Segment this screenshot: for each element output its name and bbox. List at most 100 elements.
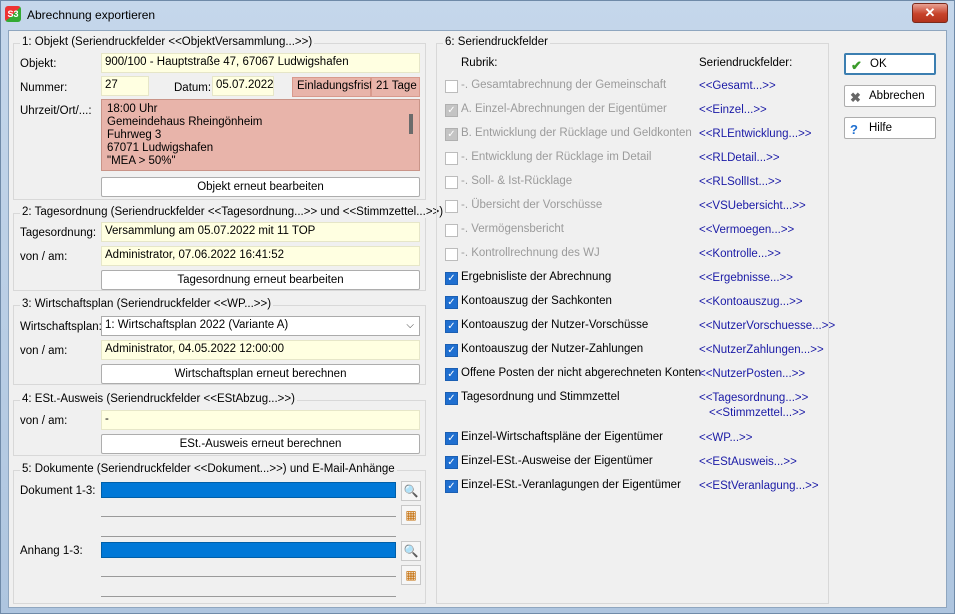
nummer-label: Nummer:: [20, 82, 68, 94]
est-berechnen-button[interactable]: ESt.-Ausweis erneut berechnen: [101, 434, 420, 454]
tagesordnung-bearbeiten-button[interactable]: Tagesordnung erneut bearbeiten: [101, 270, 420, 290]
einladungsfrist-label: Einladungsfrist:: [292, 77, 376, 97]
row-field-name: <<NutzerVorschuesse...>>: [699, 320, 836, 332]
dialog-window: S3 Abrechnung exportieren ✕ 1: Objekt (S…: [0, 0, 955, 614]
row-field-name: <<RLDetail...>>: [699, 152, 780, 164]
help-icon: ?: [850, 122, 858, 137]
row-field-name: <<Ergebnisse...>>: [699, 272, 793, 284]
anhang-calendar-icon[interactable]: ▦: [401, 565, 421, 585]
row-checkbox[interactable]: ✓: [445, 296, 458, 309]
row-checkbox: [445, 176, 458, 189]
row-field-name: <<NutzerZahlungen...>>: [699, 344, 824, 356]
einladungsfrist-value[interactable]: 21 Tage: [371, 77, 420, 97]
row-checkbox: ✓: [445, 128, 458, 141]
row-field-name-secondary: <<Stimmzettel...>>: [709, 407, 806, 419]
wirtschaftsplan-select[interactable]: 1: Wirtschaftsplan 2022 (Variante A) ⌵: [101, 316, 420, 336]
ort-line: 18:00 Uhr: [107, 103, 158, 115]
row-label: Kontoauszug der Sachkonten: [461, 295, 612, 307]
tagesordnung-von-label: von / am:: [20, 251, 68, 263]
anhang-search-icon[interactable]: 🔍: [401, 541, 421, 561]
row-checkbox[interactable]: ✓: [445, 432, 458, 445]
row-checkbox[interactable]: ✓: [445, 480, 458, 493]
dokumente-group-title: 5: Dokumente (Seriendruckfelder <<Dokume…: [20, 463, 397, 475]
cancel-x-icon: ✖: [850, 90, 861, 105]
ok-button[interactable]: ✔ OK: [844, 53, 936, 75]
dokument-list-divider: [101, 516, 396, 517]
help-button[interactable]: ? Hilfe: [844, 117, 936, 139]
dokument-calendar-icon[interactable]: ▦: [401, 505, 421, 525]
row-checkbox[interactable]: ✓: [445, 456, 458, 469]
row-label: -. Soll- & Ist-Rücklage: [461, 175, 573, 187]
row-label: -. Vermögensbericht: [461, 223, 564, 235]
help-button-label: Hilfe: [869, 122, 893, 134]
row-label: Tagesordnung und Stimmzettel: [461, 391, 620, 403]
anhang-list-divider: [101, 576, 396, 577]
row-field-name: <<Kontrolle...>>: [699, 248, 781, 260]
ok-button-label: OK: [870, 58, 887, 70]
row-label: -. Gesamtabrechnung der Gemeinschaft: [461, 79, 667, 91]
row-checkbox: [445, 152, 458, 165]
ort-line: Fuhrweg 3: [107, 129, 162, 141]
wirtschaftsplan-group-title: 3: Wirtschaftsplan (Seriendruckfelder <<…: [20, 298, 274, 310]
row-checkbox[interactable]: ✓: [445, 392, 458, 405]
wirtschaftsplan-selected: 1: Wirtschaftsplan 2022 (Variante A): [105, 319, 289, 331]
title-bar[interactable]: S3 Abrechnung exportieren ✕: [1, 1, 954, 29]
row-field-name: <<WP...>>: [699, 432, 753, 444]
datum-field[interactable]: 05.07.2022: [212, 76, 274, 96]
chevron-down-icon[interactable]: ⌵: [406, 320, 414, 331]
row-field-name: <<NutzerPosten...>>: [699, 368, 806, 380]
row-label: Ergebnisliste der Abrechnung: [461, 271, 612, 283]
row-label: Kontoauszug der Nutzer-Zahlungen: [461, 343, 644, 355]
close-button[interactable]: ✕: [912, 3, 948, 23]
tagesordnung-label: Tagesordnung:: [20, 227, 97, 239]
row-field-name: <<Einzel...>>: [699, 104, 767, 116]
ort-line: 67071 Ludwigshafen: [107, 142, 214, 154]
wirtschaftsplan-von-field[interactable]: Administrator, 04.05.2022 12:00:00: [101, 340, 420, 360]
wirtschaftsplan-von-label: von / am:: [20, 345, 68, 357]
row-checkbox[interactable]: ✓: [445, 368, 458, 381]
row-label: Einzel-ESt.-Veranlagungen der Eigentümer: [461, 479, 681, 491]
row-checkbox[interactable]: ✓: [445, 344, 458, 357]
row-field-name: <<Vermoegen...>>: [699, 224, 795, 236]
uhrzeit-ort-memo[interactable]: 18:00 Uhr Gemeindehaus Rheingönheim Fuhr…: [101, 99, 420, 171]
row-field-name: <<VSUebersicht...>>: [699, 200, 806, 212]
nummer-field[interactable]: 27: [101, 76, 149, 96]
cancel-button[interactable]: ✖ Abbrechen: [844, 85, 936, 107]
anhang-list-divider: [101, 596, 396, 597]
row-checkbox[interactable]: ✓: [445, 272, 458, 285]
row-checkbox: [445, 80, 458, 93]
tagesordnung-group-title: 2: Tagesordnung (Seriendruckfelder <<Tag…: [20, 206, 446, 218]
row-checkbox: ✓: [445, 104, 458, 117]
row-field-name: <<Gesamt...>>: [699, 80, 776, 92]
datum-label: Datum:: [174, 82, 212, 94]
seriendruckfelder-group-title: 6: Seriendruckfelder: [443, 36, 550, 48]
row-field-name: <<EStVeranlagung...>>: [699, 480, 819, 492]
memo-scrollbar-thumb[interactable]: [409, 114, 413, 134]
est-von-field[interactable]: -: [101, 410, 420, 430]
dokument-search-icon[interactable]: 🔍: [401, 481, 421, 501]
row-field-name: <<Tagesordnung...>>: [699, 392, 809, 404]
row-label: Kontoauszug der Nutzer-Vorschüsse: [461, 319, 649, 331]
objekt-group-title: 1: Objekt (Seriendruckfelder <<ObjektVer…: [20, 36, 315, 48]
app-icon: S3: [5, 6, 21, 22]
row-field-name: <<EStAusweis...>>: [699, 456, 797, 468]
row-label: -. Kontrollrechnung des WJ: [461, 247, 600, 259]
objekt-field[interactable]: 900/100 - Hauptstraße 47, 67067 Ludwigsh…: [101, 53, 420, 73]
anhang-label: Anhang 1-3:: [20, 545, 83, 557]
dokument-list-item-selected[interactable]: [101, 482, 396, 498]
checkmark-icon: ✔: [851, 58, 862, 73]
tagesordnung-field[interactable]: Versammlung am 05.07.2022 mit 11 TOP: [101, 222, 420, 242]
objekt-bearbeiten-button[interactable]: Objekt erneut bearbeiten: [101, 177, 420, 197]
row-label: Offene Posten der nicht abgerechneten Ko…: [461, 367, 702, 379]
rubrik-header: Rubrik:: [461, 57, 498, 69]
row-label: B. Entwicklung der Rücklage und Geldkont…: [461, 127, 692, 139]
wirtschaftsplan-label: Wirtschaftsplan:: [20, 321, 102, 333]
tagesordnung-von-field[interactable]: Administrator, 07.06.2022 16:41:52: [101, 246, 420, 266]
cancel-button-label: Abbrechen: [869, 90, 925, 102]
row-checkbox[interactable]: ✓: [445, 320, 458, 333]
anhang-list-item-selected[interactable]: [101, 542, 396, 558]
row-checkbox: [445, 224, 458, 237]
row-label: A. Einzel-Abrechnungen der Eigentümer: [461, 103, 667, 115]
ort-line: Gemeindehaus Rheingönheim: [107, 116, 263, 128]
wirtschaftsplan-berechnen-button[interactable]: Wirtschaftsplan erneut berechnen: [101, 364, 420, 384]
